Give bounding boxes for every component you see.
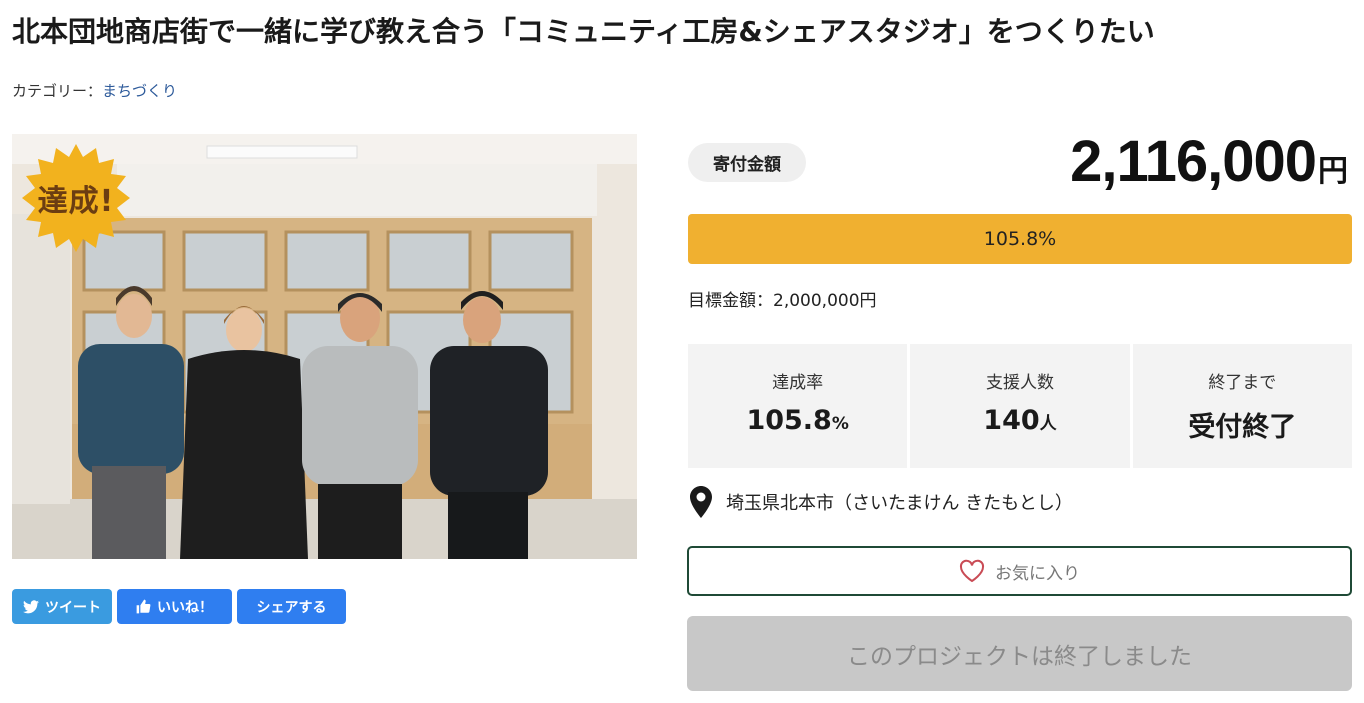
like-label: いいね！ <box>157 599 213 616</box>
share-label: シェアする <box>256 599 327 616</box>
progress-bar: 105.8% <box>688 214 1352 264</box>
category-line: カテゴリー：まちづくり <box>12 80 177 101</box>
progress-text: 105.8% <box>983 228 1057 250</box>
amount-label: 寄付金額 <box>688 143 806 182</box>
twitter-icon <box>23 599 39 613</box>
stat-remaining-label: 終了まで <box>1208 373 1277 393</box>
stat-supporters: 支援人数 140人 <box>910 344 1130 468</box>
category-link[interactable]: まちづくり <box>102 82 177 100</box>
stat-achievement-rate: 達成率 105.8% <box>688 344 908 468</box>
favorite-label: お気に入り <box>995 563 1080 584</box>
location-text: 埼玉県北本市（さいたまけん きたもとし） <box>726 493 1073 514</box>
project-ended-button[interactable]: このプロジェクトは終了しました <box>687 616 1352 691</box>
category-label: カテゴリー： <box>12 82 103 100</box>
goal-amount: 目標金額：2,000,000円 <box>688 291 877 311</box>
stat-supporters-value: 140人 <box>983 405 1057 436</box>
stats-panel: 達成率 105.8% 支援人数 140人 終了まで 受付終了 <box>688 344 1352 468</box>
page-title: 北本団地商店街で一緒に学び教え合う「コミュニティ工房&シェアスタジオ」をつくりた… <box>12 15 1155 48</box>
location: 埼玉県北本市（さいたまけん きたもとし） <box>690 486 1073 518</box>
stat-remaining-value: 受付終了 <box>1188 412 1297 443</box>
achieved-badge-label: 達成! <box>37 184 115 219</box>
stat-rate-value: 105.8% <box>746 405 849 436</box>
amount-value: 2,116,000 <box>1070 129 1317 194</box>
stat-remaining: 終了まで 受付終了 <box>1132 344 1352 468</box>
amount-unit: 円 <box>1318 154 1348 189</box>
stat-rate-label: 達成率 <box>772 373 824 393</box>
tweet-label: ツイート <box>45 599 101 616</box>
share-button[interactable]: シェアする <box>237 589 346 624</box>
heart-icon <box>959 559 985 583</box>
donation-amount: 2,116,000 円 <box>1070 128 1348 195</box>
map-pin-icon <box>690 486 712 518</box>
tweet-button[interactable]: ツイート <box>12 589 112 624</box>
favorite-button[interactable]: お気に入り <box>687 546 1352 596</box>
thumbs-up-icon <box>136 599 151 614</box>
stat-supporters-label: 支援人数 <box>985 373 1054 393</box>
like-button[interactable]: いいね！ <box>117 589 232 624</box>
